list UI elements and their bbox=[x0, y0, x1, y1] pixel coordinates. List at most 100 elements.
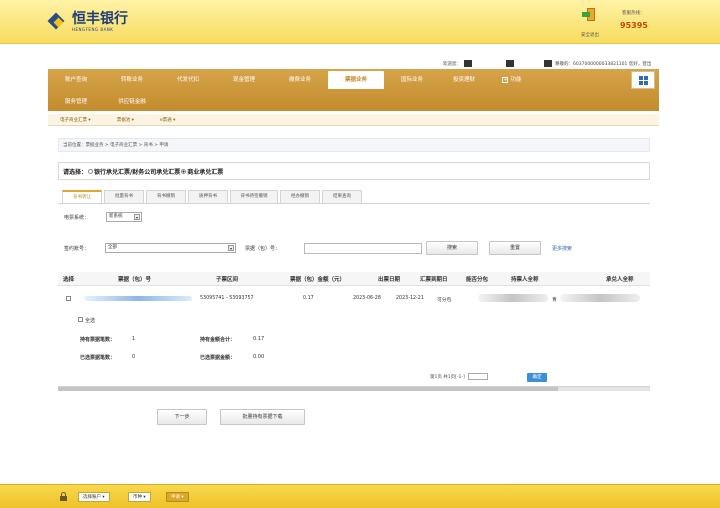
system-label: 电票系统： bbox=[64, 215, 90, 221]
cell-issue-date: 2023-06-28 bbox=[353, 296, 381, 301]
col-due-date: 汇票到期日 bbox=[420, 277, 448, 283]
more-search-link[interactable]: 更多搜索 bbox=[552, 245, 572, 252]
breadcrumb: 当前位置：票据业务 > 电子商业汇票 > 背书 > 申请 bbox=[58, 138, 650, 152]
redacted-acceptor bbox=[560, 294, 640, 302]
pager-go-button[interactable]: 确定 bbox=[527, 373, 547, 382]
nav-item-international[interactable]: 国际业务 bbox=[384, 71, 440, 89]
search-button[interactable]: 搜索 bbox=[426, 241, 478, 255]
col-issue-date: 出票日期 bbox=[378, 277, 401, 283]
nav-item-supply-chain[interactable]: 供应链金融 bbox=[104, 93, 160, 111]
app-grid-button[interactable] bbox=[631, 71, 655, 89]
col-holder: 持票人全称 bbox=[511, 277, 539, 283]
selected-count-label: 已选票据笔数： bbox=[80, 355, 116, 361]
nav-item-investment[interactable]: 投资理财 bbox=[440, 71, 488, 89]
chevron-down-icon: ▾ bbox=[134, 214, 140, 220]
subnav-item-epiaotong[interactable]: e票通 ▾ bbox=[160, 117, 175, 123]
chevron-down-icon: ▾ bbox=[228, 245, 234, 251]
horizontal-scrollbar[interactable] bbox=[58, 386, 650, 391]
cell-amount: 0.17 bbox=[303, 296, 314, 301]
batch-download-button[interactable]: 批量持有票据下载 bbox=[220, 409, 305, 425]
bank-logo[interactable]: 恒丰银行 HENGFENG BANK bbox=[47, 11, 128, 32]
lock-icon bbox=[60, 492, 67, 501]
tab-pending-revoke[interactable]: 背书待签撤销 bbox=[230, 190, 278, 203]
cell-sub-range: 53095741 - 53093757 bbox=[200, 296, 254, 301]
nav-item-payment[interactable]: 缴费业务 bbox=[272, 71, 328, 89]
select-all-checkbox[interactable] bbox=[78, 317, 83, 322]
grid-icon bbox=[638, 75, 648, 85]
brand-name-en: HENGFENG BANK bbox=[72, 27, 114, 32]
radio-commercial-acceptance[interactable] bbox=[181, 168, 187, 174]
redacted-block bbox=[464, 60, 472, 67]
bottom-bar: 选择账户 ▾ 币种 ▾ 申请 ▾ bbox=[0, 484, 720, 508]
nav-item-bill[interactable]: 票据业务 bbox=[328, 71, 384, 89]
top-bar: 恒丰银行 HENGFENG BANK 安全退出 客服热线： 95395 bbox=[0, 0, 720, 44]
tab-result-query[interactable]: 结果查询 bbox=[322, 190, 362, 203]
hotline-number: 95395 bbox=[620, 21, 648, 30]
subnav-item-ecommerce-bill[interactable]: 电子商业汇票 ▾ bbox=[60, 117, 91, 123]
bottom-item-apply[interactable]: 申请 ▾ bbox=[166, 492, 189, 502]
redacted-block bbox=[506, 60, 514, 67]
logo-icon bbox=[47, 12, 66, 31]
bill-no-input[interactable] bbox=[304, 243, 422, 254]
exit-icon[interactable] bbox=[582, 8, 596, 22]
held-amount-label: 持有金额合计： bbox=[200, 337, 236, 343]
col-splittable: 能否分包 bbox=[466, 277, 489, 283]
col-select: 选择 bbox=[63, 277, 75, 283]
bill-no-label: 票据（包）号： bbox=[245, 246, 281, 252]
col-amount: 票据（包）金额（元） bbox=[290, 277, 346, 283]
table-header: 选择 票据（包）号 子票区间 票据（包）金额（元） 出票日期 汇票到期日 能否分… bbox=[58, 272, 650, 286]
page-input[interactable] bbox=[468, 373, 489, 380]
hotline-label: 客服热线： bbox=[622, 11, 645, 16]
redacted-block bbox=[544, 60, 552, 67]
exit-label[interactable]: 安全退出 bbox=[581, 32, 599, 38]
welcome-label: 欢迎您： bbox=[443, 61, 461, 67]
tab-endorse-revoke[interactable]: 背书撤销 bbox=[146, 190, 186, 203]
selected-count: 0 bbox=[132, 354, 136, 360]
tab-pledge-endorse[interactable]: 质押背书 bbox=[188, 190, 228, 203]
system-select[interactable]: 新系统 ▾ bbox=[106, 212, 142, 222]
sub-nav: 电子商业汇票 ▾ 票据池 ▾ e票通 ▾ bbox=[48, 114, 659, 126]
tab-divider bbox=[58, 203, 650, 204]
subnav-item-bill-pool[interactable]: 票据池 ▾ bbox=[117, 117, 134, 123]
scrollbar-thumb[interactable] bbox=[58, 387, 558, 391]
tab-bar: 背书转让 批量背书 背书撤销 质押背书 背书待签撤销 经办撤销 结果查询 bbox=[62, 190, 364, 203]
bottom-item-currency[interactable]: 币种 ▾ bbox=[128, 492, 151, 502]
next-button[interactable]: 下一步 bbox=[157, 409, 207, 425]
tab-handle-revoke[interactable]: 经办撤销 bbox=[280, 190, 320, 203]
nav-item-payroll[interactable]: 代发代扣 bbox=[160, 71, 216, 89]
user-info: 欢迎您： 尊敬的：6037000000033821101 您好，登出 bbox=[443, 60, 651, 67]
nav-item-function[interactable]: + 功能 bbox=[488, 71, 536, 89]
held-amount: 0.17 bbox=[253, 336, 265, 342]
pager-text: 第1页 共1页[-1-] bbox=[430, 375, 465, 380]
row-checkbox[interactable] bbox=[66, 296, 71, 301]
col-bill-no: 票据（包）号 bbox=[118, 277, 152, 283]
cell-acceptor: 青 bbox=[552, 298, 557, 303]
brand-name: 恒丰银行 bbox=[72, 11, 128, 27]
bottom-item-account[interactable]: 选择账户 ▾ bbox=[78, 492, 110, 502]
nav-item-service-mgmt[interactable]: 服务管理 bbox=[48, 93, 104, 111]
selected-amount-label: 已选票据金额： bbox=[200, 355, 236, 361]
select-all-label[interactable]: 全选 bbox=[85, 317, 95, 324]
account-select[interactable]: 全部 ▾ bbox=[105, 243, 236, 253]
selected-amount: 0.00 bbox=[253, 354, 265, 360]
pager: 第1页 共1页[-1-] bbox=[430, 373, 489, 380]
account-text: 尊敬的：6037000000033821101 您好，登出 bbox=[555, 61, 652, 67]
tab-batch-endorse[interactable]: 批量背书 bbox=[104, 190, 144, 203]
reset-button[interactable]: 重置 bbox=[489, 241, 541, 255]
col-sub-range: 子票区间 bbox=[216, 277, 239, 283]
option-bank-acceptance[interactable]: 银行承兑汇票/财务公司承兑汇票 bbox=[94, 167, 180, 176]
main-nav: 账户查询 转账业务 代发代扣 现金管理 缴费业务 票据业务 国际业务 投资理财 + 功能 服务管理… bbox=[48, 69, 659, 111]
nav-item-account-query[interactable]: 账户查询 bbox=[48, 71, 104, 89]
nav-item-transfer[interactable]: 转账业务 bbox=[104, 71, 160, 89]
bill-type-label: 请选择： bbox=[63, 168, 88, 176]
held-count: 1 bbox=[132, 336, 136, 342]
radio-bank-acceptance[interactable] bbox=[88, 168, 94, 174]
tab-endorse-transfer[interactable]: 背书转让 bbox=[62, 190, 102, 203]
option-commercial-acceptance[interactable]: 商业承兑汇票 bbox=[187, 167, 223, 176]
redacted-bill-no bbox=[84, 296, 192, 301]
held-count-label: 持有票据笔数： bbox=[80, 337, 116, 343]
bill-type-selector: 请选择： 银行承兑汇票/财务公司承兑汇票 商业承兑汇票 bbox=[58, 162, 650, 180]
col-acceptor: 承兑人全称 bbox=[606, 277, 634, 283]
account-label: 签约账号： bbox=[64, 246, 90, 252]
nav-item-cash-mgmt[interactable]: 现金管理 bbox=[216, 71, 272, 89]
